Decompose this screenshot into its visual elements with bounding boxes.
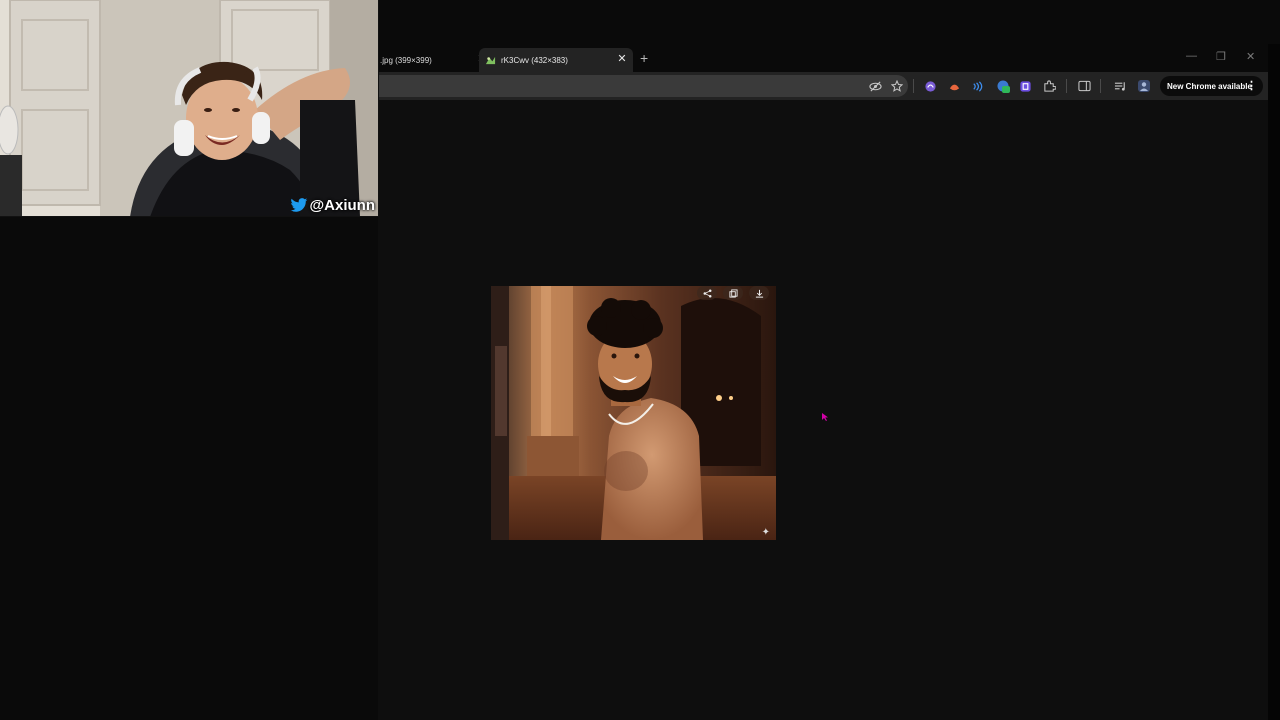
close-tab-icon[interactable]: ✕ [616,53,628,65]
photo-illustration [491,286,776,540]
webcam-overlay: @Axiunn [0,0,379,217]
tab-title: .jpg (399×399) [380,55,432,65]
toolbar-separator [1066,79,1067,93]
share-icon[interactable] [697,286,717,300]
update-button-label: New Chrome available [1167,81,1252,91]
extension-icon-blue[interactable] [969,78,985,94]
screen: .jpg (399×399) ✕ rK3Cwv (432×383) ✕ + — … [0,0,1280,720]
handle-text: @Axiunn [309,197,375,214]
tab-title: rK3Cwv (432×383) [501,55,568,65]
extension-icon-orange[interactable] [946,78,962,94]
toolbar-separator [913,79,914,93]
new-tab-button[interactable]: + [640,50,648,66]
copy-icon[interactable] [723,286,743,300]
image-action-toolbar [697,286,769,300]
extension-icon-green[interactable] [995,78,1011,94]
minimize-icon[interactable]: — [1186,50,1197,62]
window-edge [1268,44,1280,720]
download-icon[interactable] [749,286,769,300]
address-bar[interactable] [378,75,908,97]
twitter-bird-icon [290,198,307,212]
eye-off-icon[interactable] [867,78,883,94]
image-favicon-icon [485,56,496,64]
toolbar-separator [1100,79,1101,93]
sidebar-icon[interactable] [1076,78,1092,94]
tab-strip: .jpg (399×399) ✕ rK3Cwv (432×383) ✕ + — … [378,44,1268,72]
tab-rk3cwv-image[interactable]: rK3Cwv (432×383) ✕ [479,48,633,72]
media-icon[interactable] [1112,78,1128,94]
sparkle-icon: ✦ [761,527,770,538]
tab-jpg-image[interactable]: .jpg (399×399) ✕ [378,48,487,72]
kebab-menu-icon[interactable]: ⋮ [1246,79,1257,92]
webcam-feed [0,0,378,216]
puzzle-icon[interactable] [1041,78,1057,94]
mouse-cursor-icon [822,413,828,421]
extension-icon-purple[interactable] [922,78,938,94]
twitter-handle: @Axiunn [290,197,375,214]
restore-icon[interactable]: ❐ [1216,50,1226,63]
profile-icon[interactable] [1136,78,1152,94]
close-window-icon[interactable]: ✕ [1246,50,1255,63]
star-icon[interactable] [889,78,905,94]
browser-toolbar: New Chrome available ⋮ [378,72,1268,100]
extension-icon-violet[interactable] [1017,78,1033,94]
viewed-photo[interactable]: ✦ [491,286,776,540]
new-chrome-available-button[interactable]: New Chrome available ⋮ [1160,76,1263,96]
